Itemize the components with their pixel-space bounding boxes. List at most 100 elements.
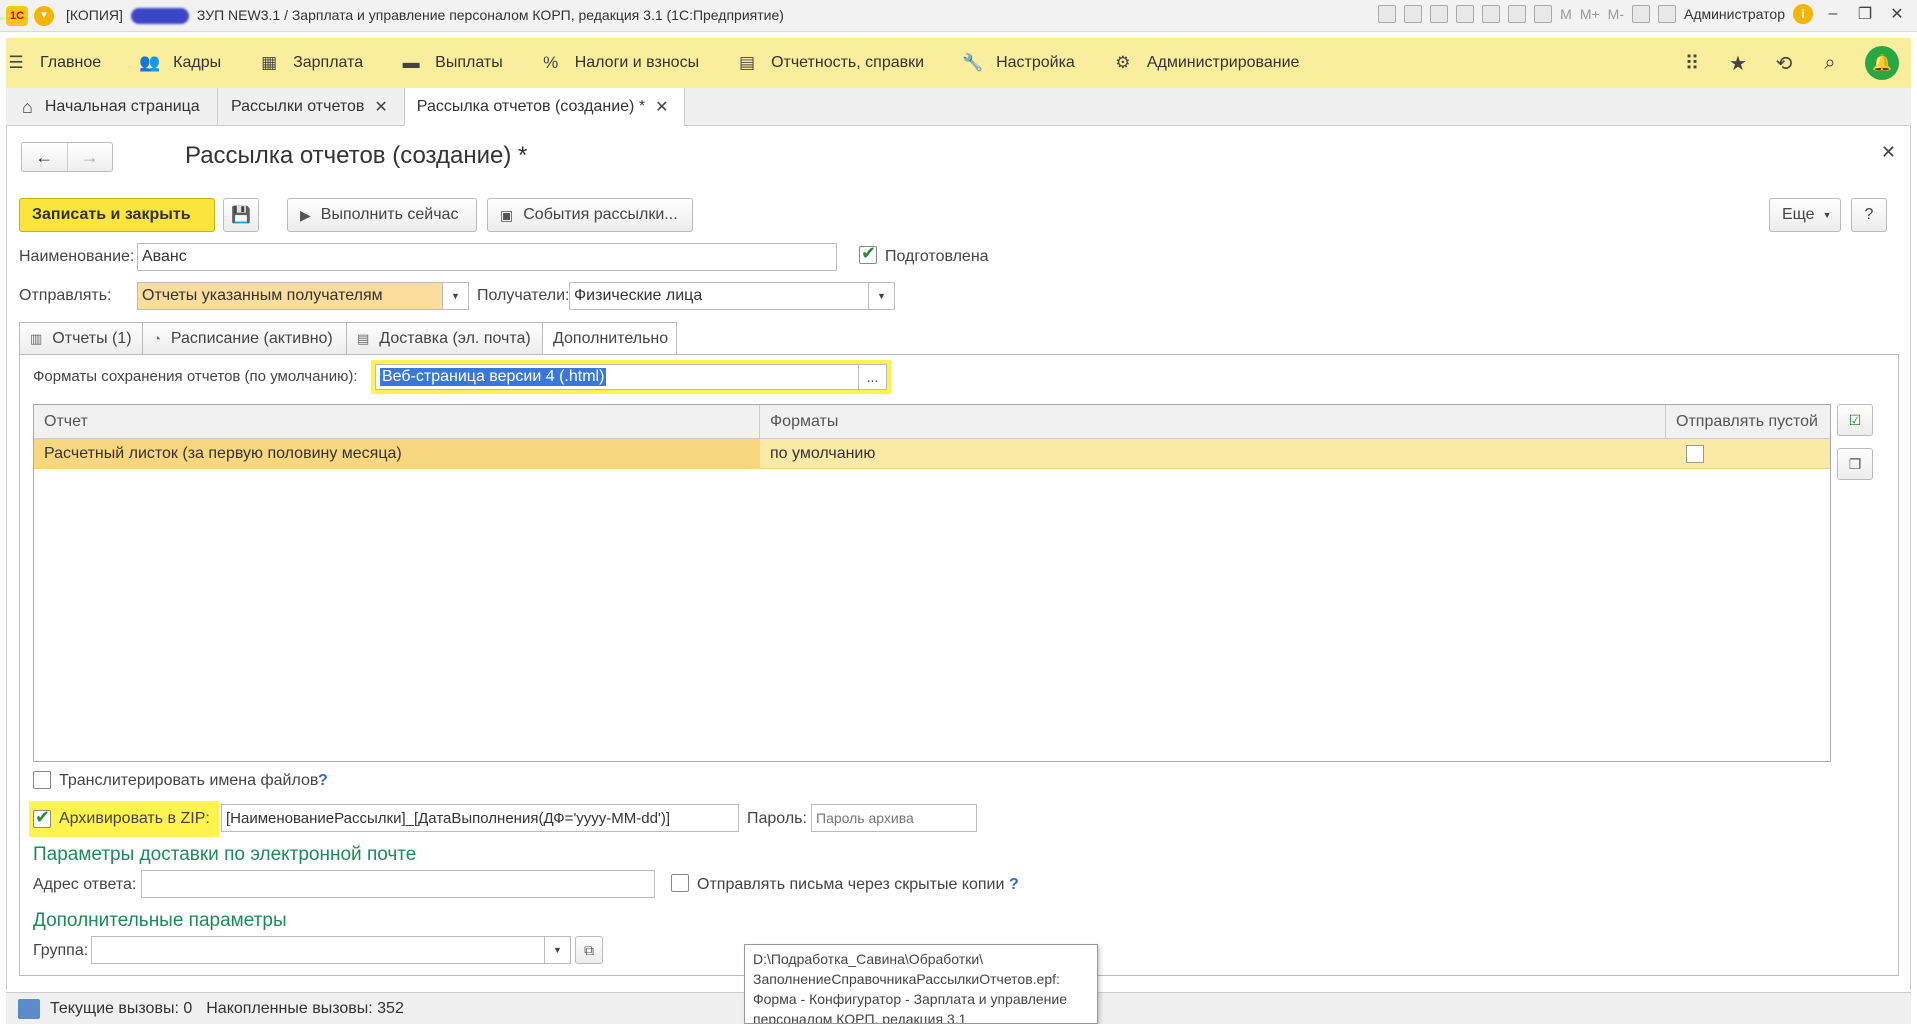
column-send-empty[interactable]: Отправлять пустой bbox=[1666, 405, 1830, 439]
upload-icon[interactable] bbox=[1482, 5, 1501, 23]
panels-icon[interactable] bbox=[1657, 5, 1676, 23]
run-now-button[interactable]: ▶ Выполнить сейчас bbox=[287, 198, 477, 232]
dropdown-arrow-icon[interactable]: ▼ bbox=[544, 937, 570, 963]
dropdown-arrow-icon[interactable]: ▼ bbox=[868, 283, 894, 309]
bcc-label: Отправлять письма через скрытые копии bbox=[697, 876, 1005, 893]
column-report[interactable]: Отчет bbox=[34, 405, 760, 439]
formats-input[interactable]: Веб-страница версии 4 (.html) ... bbox=[375, 364, 887, 390]
table-row[interactable]: Расчетный листок (за первую половину мес… bbox=[34, 439, 1830, 469]
section-administration[interactable]: ⚙ Администрирование bbox=[1113, 53, 1299, 73]
section-payments[interactable]: ▬ Выплаты bbox=[401, 53, 503, 73]
reply-address-label: Адрес ответа: bbox=[33, 876, 137, 893]
close-tab-icon[interactable]: ✕ bbox=[655, 97, 668, 117]
section-settings[interactable]: 🔧 Настройка bbox=[962, 53, 1075, 73]
link-icon[interactable] bbox=[1456, 5, 1475, 23]
favorites-star-icon[interactable]: ★ bbox=[1727, 51, 1749, 76]
more-button[interactable]: Еще ▼ bbox=[1769, 198, 1841, 232]
memory-button[interactable]: M bbox=[1560, 6, 1572, 22]
send-label: Отправлять: bbox=[19, 287, 112, 304]
preview-icon[interactable] bbox=[1430, 5, 1449, 23]
back-arrow-icon[interactable]: ← bbox=[22, 143, 67, 171]
name-label: Наименование: bbox=[19, 248, 135, 265]
calendar-icon[interactable] bbox=[1534, 5, 1553, 23]
memory-plus-button[interactable]: M+ bbox=[1580, 6, 1600, 22]
section-reports[interactable]: ▤ Отчетность, справки bbox=[737, 53, 924, 73]
recipients-select[interactable]: Физические лица ▼ bbox=[569, 282, 895, 310]
archive-password-input[interactable] bbox=[811, 804, 977, 832]
tab-report-mailings[interactable]: Рассылки отчетов ✕ bbox=[218, 88, 405, 126]
main-menu-icon[interactable]: ▼ bbox=[34, 5, 54, 26]
tab-additional[interactable]: Дополнительно bbox=[543, 322, 677, 355]
close-tab-icon[interactable]: ✕ bbox=[374, 97, 387, 117]
zoom-icon[interactable] bbox=[1631, 5, 1650, 23]
tab-schedule[interactable]: ◔ Расписание (активно) bbox=[143, 322, 347, 354]
info-icon[interactable]: i bbox=[1793, 4, 1813, 24]
open-icon: ⧉ bbox=[584, 941, 594, 958]
dropdown-arrow-icon[interactable]: ▼ bbox=[442, 283, 468, 309]
percent-icon: % bbox=[543, 53, 559, 72]
section-main[interactable]: ☰ Главное bbox=[6, 53, 101, 73]
tooltip-line: ЗаполнениеСправочникаРассылкиОтчетов.epf… bbox=[753, 971, 1060, 987]
accumulated-calls: Накопленные вызовы: 352 bbox=[206, 999, 404, 1017]
recipients-value: Физические лица bbox=[574, 287, 703, 304]
tab-label: Доставка (эл. почта) bbox=[379, 329, 531, 347]
tab-reports[interactable]: ▥ Отчеты (1) bbox=[19, 322, 143, 354]
save-and-close-button[interactable]: Записать и закрыть bbox=[19, 198, 215, 232]
delivery-icon: ▤ bbox=[357, 330, 370, 346]
performance-icon[interactable] bbox=[18, 998, 40, 1019]
section-salary[interactable]: ▦ Зарплата bbox=[259, 53, 363, 73]
tab-home[interactable]: ⌂ Начальная страница bbox=[6, 88, 218, 126]
button-label: Выполнить сейчас bbox=[320, 206, 459, 223]
group-select[interactable]: ▼ bbox=[91, 936, 571, 964]
user-name[interactable]: Администратор bbox=[1684, 6, 1785, 22]
cell-send-empty[interactable] bbox=[1666, 439, 1830, 469]
help-question-icon[interactable]: ? bbox=[1009, 876, 1019, 894]
help-question-icon[interactable]: ? bbox=[318, 772, 328, 790]
close-window-icon[interactable]: ✕ bbox=[1885, 4, 1909, 24]
calculator-icon[interactable] bbox=[1508, 5, 1527, 23]
transliterate-checkbox[interactable] bbox=[33, 771, 51, 789]
save-button[interactable]: 💾 bbox=[223, 198, 259, 232]
home-icon: ⌂ bbox=[22, 96, 33, 117]
section-taxes[interactable]: % Налоги и взносы bbox=[541, 53, 699, 73]
mailing-events-button[interactable]: ▣ События рассылки... bbox=[487, 198, 693, 232]
cell-formats[interactable]: по умолчанию bbox=[760, 439, 1666, 469]
reply-address-input[interactable] bbox=[141, 870, 655, 898]
memory-minus-button[interactable]: M- bbox=[1608, 6, 1624, 22]
tab-delivery[interactable]: ▤ Доставка (эл. почта) bbox=[347, 322, 543, 354]
archive-name-input[interactable]: [НаименованиеРассылки]_[ДатаВыполнения(Д… bbox=[221, 804, 739, 832]
section-personnel[interactable]: 👥 Кадры bbox=[139, 53, 221, 73]
notifications-bell-icon[interactable]: 🔔 bbox=[1865, 46, 1899, 80]
send-empty-checkbox[interactable] bbox=[1686, 445, 1704, 463]
help-button[interactable]: ? bbox=[1851, 198, 1887, 232]
title-prefix: [КОПИЯ] bbox=[66, 6, 123, 23]
events-icon: ▣ bbox=[500, 206, 514, 223]
archive-zip-checkbox[interactable] bbox=[33, 807, 51, 828]
table-header: Отчет Форматы Отправлять пустой bbox=[34, 405, 1830, 439]
apps-grid-icon[interactable]: ⠿ bbox=[1681, 51, 1703, 76]
name-input[interactable]: Аванс bbox=[137, 243, 837, 271]
close-form-icon[interactable]: ✕ bbox=[1881, 142, 1896, 163]
cell-report[interactable]: Расчетный листок (за первую половину мес… bbox=[34, 439, 760, 469]
forward-arrow-icon[interactable]: → bbox=[66, 143, 113, 171]
send-select[interactable]: Отчеты указанным получателям ▼ bbox=[137, 282, 469, 310]
section-label: Выплаты bbox=[435, 54, 503, 71]
prepared-checkbox[interactable] bbox=[859, 243, 877, 264]
minimize-icon[interactable]: – bbox=[1821, 5, 1845, 23]
check-all-button[interactable]: ☑ bbox=[1837, 404, 1873, 436]
print-icon[interactable] bbox=[1404, 5, 1423, 23]
copy-button[interactable]: ❐ bbox=[1837, 448, 1873, 480]
save-icon[interactable] bbox=[1378, 5, 1397, 23]
restore-icon[interactable]: ❐ bbox=[1853, 4, 1877, 24]
extra-section-title: Дополнительные параметры bbox=[33, 910, 287, 931]
select-formats-button[interactable]: ... bbox=[858, 365, 886, 389]
column-formats[interactable]: Форматы bbox=[760, 405, 1666, 439]
button-label: События рассылки... bbox=[523, 206, 678, 223]
bcc-checkbox[interactable] bbox=[671, 874, 689, 892]
history-icon[interactable]: ⟲ bbox=[1773, 51, 1795, 76]
titlebar-toolbar: M M+ M- Администратор i – ❐ ✕ bbox=[1378, 4, 1909, 24]
search-icon[interactable]: ⌕ bbox=[1819, 52, 1841, 75]
tab-report-mailing-create[interactable]: Рассылка отчетов (создание) * ✕ bbox=[404, 88, 686, 127]
open-group-button[interactable]: ⧉ bbox=[575, 936, 603, 964]
formats-value: Веб-страница версии 4 (.html) bbox=[380, 368, 607, 386]
